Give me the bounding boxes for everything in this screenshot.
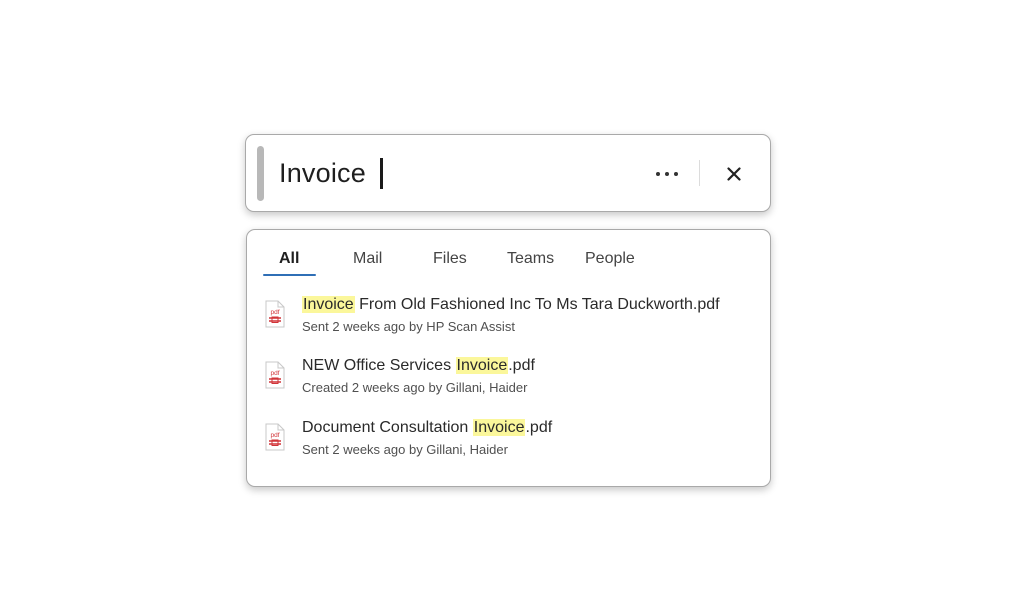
search-box[interactable]: Invoice bbox=[245, 134, 771, 212]
pdf-file-icon: pdf bbox=[265, 423, 285, 451]
result-item[interactable]: pdf Invoice From Old Fashioned Inc To Ms… bbox=[247, 294, 770, 340]
result-title: Invoice From Old Fashioned Inc To Ms Tar… bbox=[302, 296, 720, 313]
more-horizontal-icon bbox=[665, 172, 669, 176]
tab-all[interactable]: All bbox=[279, 249, 299, 269]
svg-text:pdf: pdf bbox=[270, 309, 279, 316]
result-item[interactable]: pdf NEW Office Services Invoice.pdf Crea… bbox=[247, 355, 770, 401]
divider bbox=[699, 160, 700, 186]
svg-text:pdf: pdf bbox=[270, 370, 279, 377]
result-item[interactable]: pdf Document Consultation Invoice.pdf Se… bbox=[247, 417, 770, 463]
text-caret bbox=[380, 158, 383, 189]
clear-search-button[interactable] bbox=[716, 159, 752, 189]
result-meta: Sent 2 weeks ago by Gillani, Haider bbox=[302, 442, 508, 457]
result-meta: Created 2 weeks ago by Gillani, Haider bbox=[302, 380, 528, 395]
tab-mail[interactable]: Mail bbox=[353, 249, 382, 269]
result-title: Document Consultation Invoice.pdf bbox=[302, 419, 553, 436]
more-horizontal-icon bbox=[656, 172, 660, 176]
result-title: NEW Office Services Invoice.pdf bbox=[302, 357, 535, 374]
search-accent-bar bbox=[257, 146, 264, 201]
tab-teams[interactable]: Teams bbox=[507, 249, 554, 269]
result-meta: Sent 2 weeks ago by HP Scan Assist bbox=[302, 319, 515, 334]
svg-text:pdf: pdf bbox=[270, 432, 279, 439]
results-panel: All Mail Files Teams People pdf Invoice … bbox=[246, 229, 771, 487]
tab-people[interactable]: People bbox=[585, 249, 635, 269]
query-highlight: Invoice bbox=[472, 419, 526, 436]
active-tab-indicator bbox=[263, 274, 316, 276]
query-highlight: Invoice bbox=[455, 357, 509, 374]
pdf-file-icon: pdf bbox=[265, 300, 285, 328]
close-icon bbox=[727, 167, 741, 181]
search-input[interactable]: Invoice bbox=[279, 157, 366, 189]
more-options-button[interactable] bbox=[645, 159, 689, 189]
query-highlight: Invoice bbox=[302, 296, 355, 313]
tab-files[interactable]: Files bbox=[433, 249, 467, 269]
pdf-file-icon: pdf bbox=[265, 361, 285, 389]
more-horizontal-icon bbox=[674, 172, 678, 176]
